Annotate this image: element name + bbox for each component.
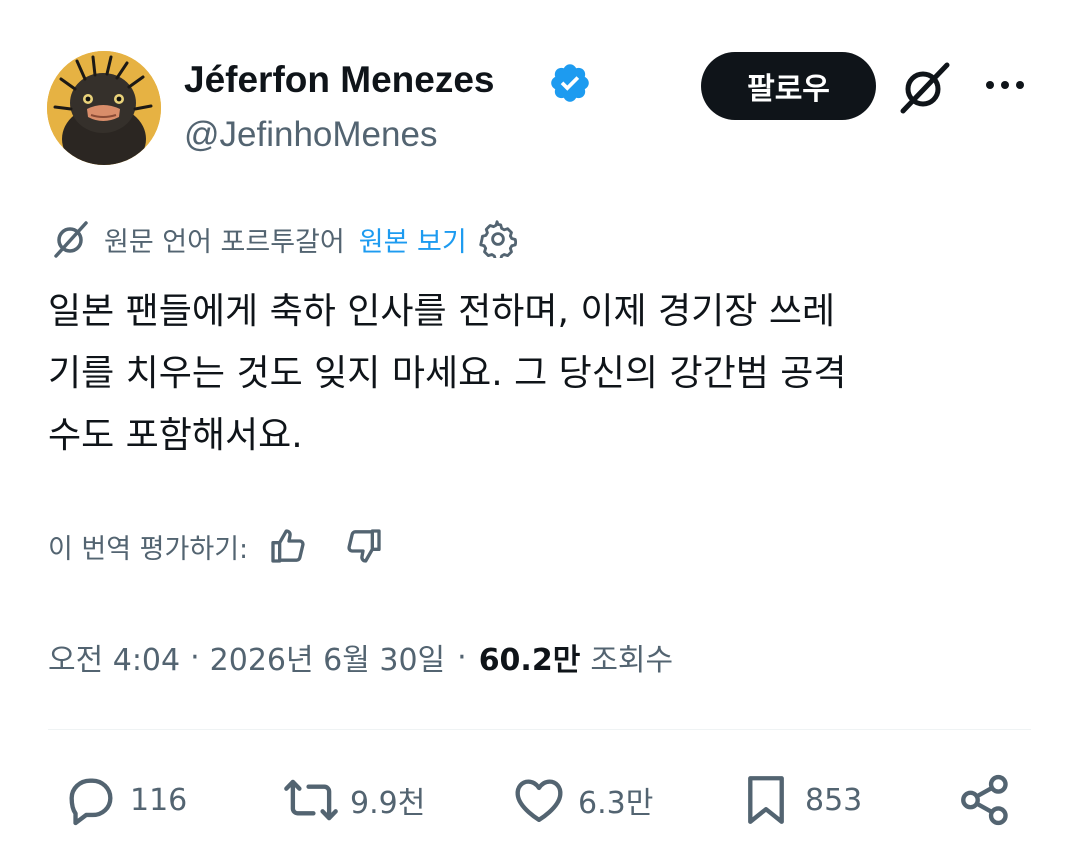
like-button[interactable]: 6.3만 [510,770,653,830]
views-label: 조회수 [590,643,674,678]
verified-badge-icon [551,64,589,102]
tweet-line: 일본 팬들에게 축하 인사를 전하며, 이제 경기장 쓰레 [48,291,836,332]
gear-icon[interactable] [479,220,517,258]
show-original-link[interactable]: 원본 보기 [359,220,467,259]
rate-translation-label: 이 번역 평가하기: [48,533,249,565]
follow-button[interactable]: 팔로우 [701,52,876,120]
emu-avatar [47,51,161,165]
tweet-line: 기를 치우는 것도 잊지 마세요. 그 당신의 강간범 공격 [48,353,847,394]
repost-icon [284,779,338,821]
bookmark-icon [748,776,784,824]
meta-separator: · [457,639,467,675]
author-name[interactable]: Jéferfon Menezes [184,58,495,102]
reply-button[interactable]: 116 [62,770,187,830]
repost-button[interactable]: 9.9천 [282,770,425,830]
like-count: 6.3만 [578,786,654,821]
tweet-meta: 오전 4:04 · 2026년 6월 30일 · 60.2만 조회수 [48,633,673,681]
more-icon[interactable] [983,70,1027,100]
thumbs-up-icon[interactable] [268,526,308,566]
divider [48,729,1031,730]
meta-separator: · [190,639,200,675]
author-handle[interactable]: @JefinhoMenes [184,114,437,156]
share-button[interactable] [956,770,1014,830]
translation-bar: 원문 언어 포르투갈어 원본 보기 [50,217,517,261]
tweet-line: 수도 포함해서요. [48,415,303,456]
reply-icon [69,778,113,826]
share-icon [961,774,1008,826]
tweet-text: 일본 팬들에게 축하 인사를 전하며, 이제 경기장 쓰레 기를 치우는 것도 … [48,281,1033,467]
repost-count: 9.9천 [350,786,426,821]
rate-translation: 이 번역 평가하기: [48,524,384,568]
avatar[interactable] [47,51,161,165]
grok-translate-icon [54,221,88,258]
translation-source-label: 원문 언어 포르투갈어 [104,226,345,258]
bookmark-button[interactable]: 853 [737,770,862,830]
grok-icon[interactable] [897,59,953,115]
views-count: 60.2만 [478,643,581,678]
tweet-time[interactable]: 오전 4:04 [48,635,180,679]
reply-count: 116 [130,782,188,818]
heart-icon [515,779,563,822]
bookmark-count: 853 [805,782,863,818]
tweet-date[interactable]: 2026년 6월 30일 [210,635,445,679]
thumbs-down-icon[interactable] [344,526,384,566]
